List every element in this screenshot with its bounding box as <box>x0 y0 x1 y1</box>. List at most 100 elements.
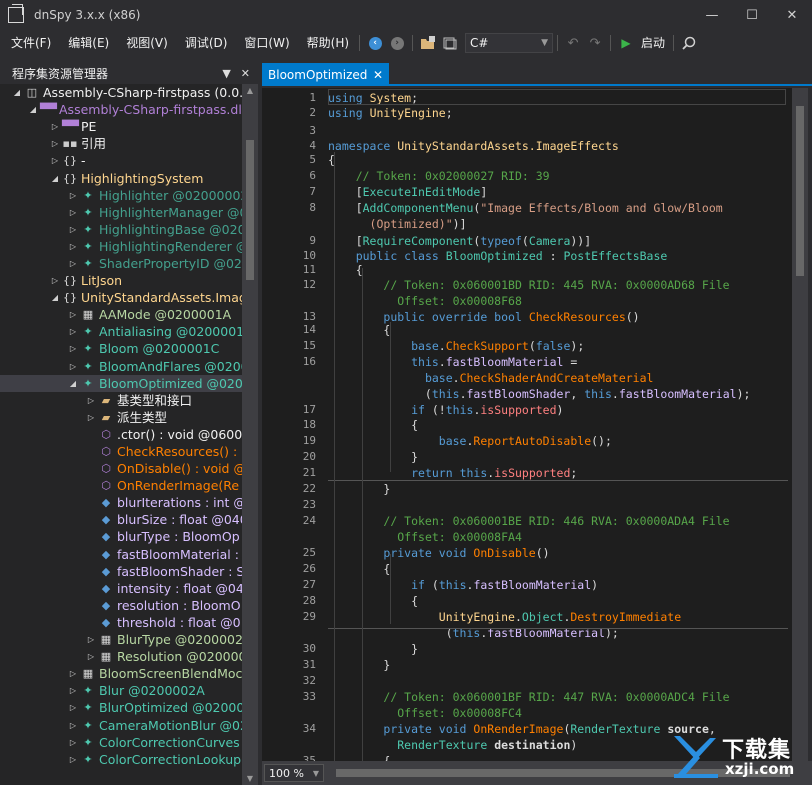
expand-toggle-icon[interactable]: ▷ <box>68 665 78 682</box>
scrollbar-thumb[interactable] <box>796 106 804 276</box>
search-icon[interactable] <box>679 33 699 53</box>
expand-toggle-icon[interactable]: ▷ <box>86 392 96 409</box>
menu-view[interactable]: 视图(V) <box>120 32 174 54</box>
expand-toggle-icon[interactable]: ▷ <box>68 306 78 323</box>
forward-icon[interactable]: › <box>387 33 407 53</box>
tree-node[interactable]: ◆ blurType : BloomOp <box>0 528 242 545</box>
menu-edit[interactable]: 编辑(E) <box>62 32 115 54</box>
scrollbar-thumb[interactable] <box>246 140 254 280</box>
tree-node[interactable]: ◢{} HighlightingSystem <box>0 169 242 186</box>
tree-node[interactable]: ▷ ✦ ColorCorrectionCurves <box>0 734 242 751</box>
tree-node[interactable]: ▷ ▦ BloomScreenBlendMoc <box>0 665 242 682</box>
expand-toggle-icon[interactable]: ◢ <box>50 170 60 187</box>
tree-node[interactable]: ▷{} - <box>0 152 242 169</box>
language-select[interactable]: C# ▼ <box>465 33 554 53</box>
tree-node[interactable]: ▷ ✦ HighlightingRenderer @ <box>0 238 242 255</box>
expand-toggle-icon[interactable]: ▷ <box>68 358 78 375</box>
expand-toggle-icon[interactable]: ▷ <box>50 152 60 169</box>
tree-node[interactable]: ◢ ✦ BloomOptimized @020 <box>0 374 242 392</box>
menu-window[interactable]: 窗口(W) <box>238 32 295 54</box>
expand-toggle-icon[interactable]: ◢ <box>12 84 22 101</box>
tree-node[interactable]: ▷ ✦ HighlighterManager @0 <box>0 204 242 221</box>
expand-toggle-icon[interactable]: ◢ <box>68 375 78 392</box>
expand-toggle-icon[interactable]: ◢ <box>28 101 38 118</box>
tree-node[interactable]: ◆ blurIterations : int @ <box>0 494 242 511</box>
tab-bloomoptimized[interactable]: BloomOptimized ✕ <box>262 63 389 86</box>
expand-toggle-icon[interactable]: ▷ <box>68 323 78 340</box>
tree-node[interactable]: ◢ ▀▀ Assembly-CSharp-firstpass.dll <box>0 101 242 118</box>
menu-help[interactable]: 帮助(H) <box>301 32 355 54</box>
editor-scrollbar[interactable] <box>792 88 808 761</box>
expand-toggle-icon[interactable]: ▷ <box>50 135 60 152</box>
tree-node[interactable]: ▷ ▦ AAMode @0200001A <box>0 306 242 323</box>
expand-toggle-icon[interactable]: ▷ <box>86 631 96 648</box>
tree-node[interactable]: ◆ intensity : float @04 <box>0 580 242 597</box>
tree-node[interactable]: ▷ ✦ BloomAndFlares @0200 <box>0 358 242 375</box>
expand-toggle-icon[interactable]: ▷ <box>50 118 60 135</box>
expand-toggle-icon[interactable]: ▷ <box>68 340 78 357</box>
dropdown-icon[interactable]: ▼ <box>222 67 230 80</box>
expand-toggle-icon[interactable]: ▷ <box>86 648 96 665</box>
expand-toggle-icon[interactable]: ▷ <box>68 221 78 238</box>
tree-node[interactable]: ▷ ✦ Antialiasing @0200001E <box>0 323 242 340</box>
open-folder-icon[interactable] <box>418 33 438 53</box>
tree-node[interactable]: ◆ resolution : BloomO <box>0 597 242 614</box>
tree-node[interactable]: ▷ ▦ Resolution @020000 <box>0 648 242 665</box>
undo-icon[interactable]: ↶ <box>563 33 583 53</box>
tree-node[interactable]: ▷ ✦ Highlighter @02000002 <box>0 187 242 204</box>
tree-node[interactable]: ⬡ OnDisable() : void @ <box>0 460 242 477</box>
expand-toggle-icon[interactable]: ▷ <box>68 751 78 768</box>
expand-toggle-icon[interactable]: ▷ <box>68 734 78 751</box>
expand-toggle-icon[interactable]: ◢ <box>50 289 60 306</box>
tree-node[interactable]: ▷ ✦ ColorCorrectionLookup <box>0 751 242 768</box>
expand-toggle-icon[interactable]: ▷ <box>68 699 78 716</box>
expand-toggle-icon[interactable]: ▷ <box>68 204 78 221</box>
menu-debug[interactable]: 调试(D) <box>179 32 234 54</box>
minimize-button[interactable]: — <box>692 0 732 30</box>
tree-node[interactable]: ▷ ✦ Bloom @0200001C <box>0 340 242 357</box>
expand-toggle-icon[interactable]: ▷ <box>86 409 96 426</box>
zoom-select[interactable]: 100 % ▼ <box>264 764 324 782</box>
tree-node[interactable]: ▷ ▦ BlurType @0200002 <box>0 631 242 648</box>
expand-toggle-icon[interactable]: ▷ <box>68 717 78 734</box>
redo-icon[interactable]: ↷ <box>585 33 605 53</box>
tree-node[interactable]: ⬡ CheckResources() : I <box>0 443 242 460</box>
close-tab-icon[interactable]: ✕ <box>373 68 383 82</box>
close-panel-icon[interactable]: ✕ <box>241 67 250 80</box>
expand-toggle-icon[interactable]: ▷ <box>68 255 78 272</box>
tree-node[interactable]: ▷ ▪▪ 引用 <box>0 135 242 152</box>
start-icon[interactable]: ▶ <box>616 33 636 53</box>
tree-node[interactable]: ▷ ✦ CameraMotionBlur @02 <box>0 716 242 733</box>
menu-file[interactable]: 文件(F) <box>5 32 57 54</box>
expand-toggle-icon[interactable]: ▷ <box>50 272 60 289</box>
expand-toggle-icon[interactable]: ▷ <box>68 187 78 204</box>
tree-node[interactable]: ▷ ▀▀ PE <box>0 118 242 135</box>
expand-toggle-icon[interactable]: ▷ <box>68 238 78 255</box>
scroll-up-icon[interactable]: ▲ <box>242 86 258 95</box>
tree-node[interactable]: ◆ fastBloomMaterial : <box>0 546 242 563</box>
tree-node[interactable]: ⬡ OnRenderImage(Re <box>0 477 242 494</box>
tree-node[interactable]: ◆ fastBloomShader : S <box>0 563 242 580</box>
code-editor[interactable]: 1 2 3 4 5 6 7 8 9 10 11 12 13 14 15 16 17 18 19 20 21 22 23 24 2… <box>262 88 792 761</box>
start-button[interactable]: 启动 <box>637 32 669 54</box>
assembly-tree[interactable]: ◢ ◫ Assembly-CSharp-firstpass (0.0.0 ◢ ▀▀ Ass… <box>0 84 242 785</box>
tree-node[interactable]: ◢ ◫ Assembly-CSharp-firstpass (0.0.0 <box>0 84 242 101</box>
back-icon[interactable]: ‹ <box>365 33 385 53</box>
maximize-button[interactable]: ☐ <box>732 0 772 30</box>
tree-node[interactable]: ▷ ▰ 派生类型 <box>0 409 242 426</box>
tree-node[interactable]: ▷ ▰ 基类型和接口 <box>0 392 242 409</box>
tree-node[interactable]: ▷ ✦ HighlightingBase @0200 <box>0 221 242 238</box>
tree-node[interactable]: ⬡ .ctor() : void @06000 <box>0 426 242 443</box>
scroll-down-icon[interactable]: ▼ <box>242 774 258 783</box>
tree-node[interactable]: ▷{} LitJson <box>0 272 242 289</box>
tree-node[interactable]: ◢{} UnityStandardAssets.Image <box>0 289 242 306</box>
explorer-scrollbar[interactable]: ▲ ▼ <box>242 84 258 785</box>
tree-node[interactable]: ◆ threshold : float @0 <box>0 614 242 631</box>
save-all-icon[interactable] <box>440 33 460 53</box>
tree-node[interactable]: ◆ blurSize : float @040 <box>0 511 242 528</box>
tree-node[interactable]: ▷ ✦ Blur @0200002A <box>0 682 242 699</box>
tree-node[interactable]: ▷ ✦ ShaderPropertyID @02 <box>0 255 242 272</box>
expand-toggle-icon[interactable]: ▷ <box>68 682 78 699</box>
tree-node[interactable]: ▷ ✦ BlurOptimized @02000 <box>0 699 242 716</box>
close-button[interactable]: ✕ <box>772 0 812 30</box>
